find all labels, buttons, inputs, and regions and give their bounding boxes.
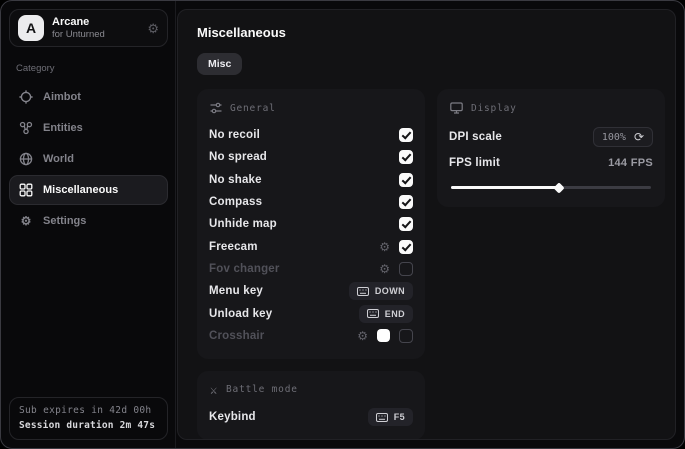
- sidebar-item-aimbot[interactable]: Aimbot: [9, 82, 168, 112]
- keyboard-icon: [367, 309, 379, 318]
- sidebar-item-miscellaneous[interactable]: Miscellaneous: [9, 175, 168, 205]
- setting-row-freecam: Freecam ⚙: [209, 235, 413, 257]
- battle-mode-card-header: ⚔ Battle mode: [210, 384, 413, 396]
- sidebar-item-entities[interactable]: Entities: [9, 113, 168, 143]
- general-card-title: General: [230, 103, 276, 114]
- menu-key-binding[interactable]: DOWN: [349, 282, 413, 300]
- main-panel: Miscellaneous Misc General No recoil: [177, 9, 676, 440]
- sidebar-item-label: Miscellaneous: [43, 184, 118, 196]
- dpi-scale-value: 100%: [602, 132, 626, 143]
- display-card: Display DPI scale 100% ⟳ FPS limit 144 F…: [437, 89, 665, 207]
- gear-icon: ⚙: [19, 214, 33, 228]
- subscription-status-card: Sub expires in 42d 00h Session duration …: [9, 397, 168, 440]
- dpi-scale-control: 100% ⟳: [593, 127, 653, 147]
- sidebar-item-settings[interactable]: ⚙ Settings: [9, 206, 168, 236]
- app-subtitle: for Unturned: [52, 29, 105, 40]
- setting-row-keybind: Keybind F5: [209, 406, 413, 428]
- setting-row-no-recoil: No recoil: [209, 124, 413, 146]
- crosshair-icon: [19, 90, 33, 104]
- category-label: Category: [16, 63, 161, 74]
- fps-limit-slider[interactable]: [451, 186, 651, 189]
- crosshair-color-swatch[interactable]: [377, 329, 390, 342]
- key-label: F5: [394, 412, 405, 422]
- battle-mode-card-title: Battle mode: [226, 384, 298, 395]
- setting-row-no-shake: No shake: [209, 169, 413, 191]
- general-card-header: General: [210, 102, 413, 114]
- tab-misc[interactable]: Misc: [197, 53, 242, 75]
- unhide-map-checkbox[interactable]: [399, 217, 413, 231]
- display-card-title: Display: [471, 103, 517, 114]
- setting-row-compass: Compass: [209, 191, 413, 213]
- sidebar: A Arcane for Unturned ⚙ Category Aimbot …: [1, 1, 176, 448]
- entities-icon: [19, 121, 33, 135]
- general-card: General No recoil No spread No shake: [197, 89, 425, 359]
- sub-expires-text: Sub expires in 42d 00h: [19, 405, 158, 416]
- setting-row-dpi-scale: DPI scale 100% ⟳: [449, 124, 653, 150]
- slider-fill: [451, 186, 559, 189]
- monitor-icon: [450, 102, 463, 114]
- fps-limit-value: 144 FPS: [608, 157, 653, 169]
- sliders-icon: [210, 102, 222, 114]
- setting-row-fps-limit: FPS limit 144 FPS: [449, 150, 653, 176]
- logo-text: Arcane for Unturned: [52, 16, 105, 40]
- setting-row-crosshair: Crosshair ⚙: [209, 325, 413, 347]
- swords-icon: ⚔: [210, 384, 218, 396]
- sidebar-item-world[interactable]: World: [9, 144, 168, 174]
- sidebar-item-label: Settings: [43, 215, 86, 227]
- session-duration-text: Session duration 2m 47s: [19, 420, 158, 431]
- no-recoil-checkbox[interactable]: [399, 128, 413, 142]
- logo-card: A Arcane for Unturned ⚙: [9, 9, 168, 47]
- battle-mode-card: ⚔ Battle mode Keybind F5: [197, 371, 425, 440]
- reset-icon[interactable]: ⟳: [634, 131, 644, 143]
- page-title: Miscellaneous: [197, 25, 665, 40]
- right-column: Display DPI scale 100% ⟳ FPS limit 144 F…: [437, 89, 665, 207]
- sidebar-nav: Aimbot Entities World Miscellaneous: [9, 82, 168, 236]
- setting-row-unload-key: Unload key END: [209, 302, 413, 324]
- keyboard-icon: [357, 287, 369, 296]
- slider-thumb[interactable]: [553, 182, 564, 193]
- app-window: A Arcane for Unturned ⚙ Category Aimbot …: [0, 0, 685, 449]
- setting-row-fov-changer: Fov changer ⚙: [209, 258, 413, 280]
- left-column: General No recoil No spread No shake: [197, 89, 425, 440]
- compass-checkbox[interactable]: [399, 195, 413, 209]
- grid-icon: [19, 183, 33, 197]
- display-card-header: Display: [450, 102, 653, 114]
- no-shake-checkbox[interactable]: [399, 173, 413, 187]
- gear-icon[interactable]: ⚙: [379, 263, 390, 275]
- gear-icon[interactable]: ⚙: [147, 22, 159, 35]
- setting-row-menu-key: Menu key DOWN: [209, 280, 413, 302]
- sidebar-item-label: World: [43, 153, 74, 165]
- globe-icon: [19, 152, 33, 166]
- setting-row-no-spread: No spread: [209, 146, 413, 168]
- app-title: Arcane: [52, 16, 105, 28]
- no-spread-checkbox[interactable]: [399, 150, 413, 164]
- crosshair-checkbox[interactable]: [399, 329, 413, 343]
- key-label: END: [385, 309, 405, 319]
- gear-icon[interactable]: ⚙: [379, 241, 390, 253]
- sidebar-item-label: Aimbot: [43, 91, 81, 103]
- freecam-checkbox[interactable]: [399, 240, 413, 254]
- fov-changer-checkbox[interactable]: [399, 262, 413, 276]
- tab-bar: Misc: [197, 53, 665, 75]
- key-label: DOWN: [375, 286, 405, 296]
- app-logo: A: [18, 15, 44, 41]
- battle-keybind[interactable]: F5: [368, 408, 413, 426]
- unload-key-binding[interactable]: END: [359, 305, 413, 323]
- gear-icon[interactable]: ⚙: [357, 330, 368, 342]
- sidebar-item-label: Entities: [43, 122, 83, 134]
- setting-row-unhide-map: Unhide map: [209, 213, 413, 235]
- keyboard-icon: [376, 413, 388, 422]
